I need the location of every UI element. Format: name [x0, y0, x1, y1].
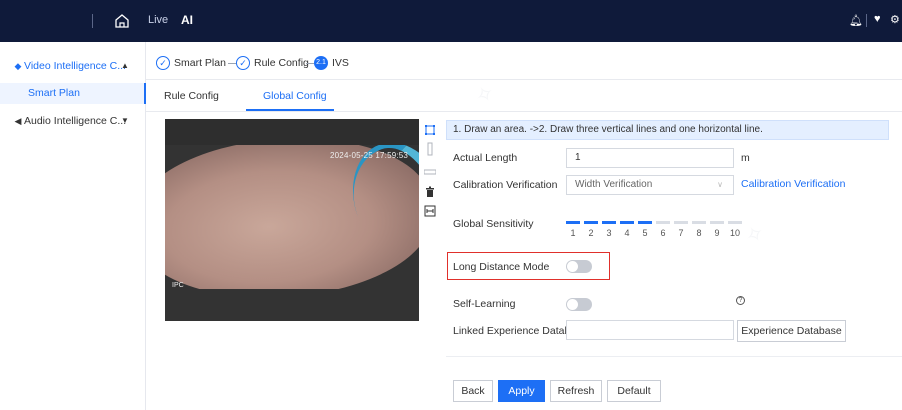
nav-live[interactable]: Live	[148, 14, 168, 26]
chevron-down-icon: ∨	[717, 180, 723, 189]
actual-length-unit: m	[741, 152, 750, 164]
settings-icon[interactable]: ⚙︎	[890, 13, 900, 26]
sensitivity-segment[interactable]	[566, 221, 580, 224]
sensitivity-tick-label: 9	[714, 228, 720, 238]
sensitivity-segment[interactable]	[728, 221, 742, 224]
check-icon: ✓	[156, 56, 170, 70]
sensitivity-segment[interactable]	[620, 221, 634, 224]
top-bar: Live AI 🔔︎ ♥︎ ⚙︎	[0, 0, 902, 42]
long-distance-mode-toggle[interactable]	[566, 260, 592, 273]
video-intelligence-icon: ◆	[14, 61, 22, 71]
apply-button[interactable]: Apply	[498, 380, 545, 402]
chevron-up-icon: ▲	[121, 61, 129, 70]
actual-length-label: Actual Length	[453, 152, 518, 164]
topbar-separator-right	[866, 14, 867, 27]
self-learning-toggle[interactable]	[566, 298, 592, 311]
check-icon: ✓	[236, 56, 250, 70]
step-number-badge: 2.1	[314, 56, 328, 70]
actual-length-input[interactable]: 1	[566, 148, 734, 168]
sensitivity-segment[interactable]	[602, 221, 616, 224]
nav-ai[interactable]: AI	[181, 13, 193, 27]
target-size-icon[interactable]	[424, 205, 436, 217]
topbar-separator	[92, 14, 93, 28]
sensitivity-tick-label: 1	[570, 228, 576, 238]
calibration-verification-label: Calibration Verification	[453, 179, 558, 191]
instruction-hint: 1. Draw an area. ->2. Draw three vertica…	[446, 120, 889, 140]
home-icon[interactable]	[113, 12, 131, 30]
back-button[interactable]: Back	[453, 380, 493, 402]
help-icon[interactable]: ?	[736, 296, 745, 305]
chevron-down-icon: ▼	[121, 116, 129, 125]
sensitivity-segment[interactable]	[692, 221, 706, 224]
sensitivity-tick-label: 6	[660, 228, 666, 238]
toggle-knob	[567, 261, 578, 272]
step-connector	[306, 63, 314, 64]
sensitivity-segment[interactable]	[584, 221, 598, 224]
refresh-button[interactable]: Refresh	[550, 380, 602, 402]
sensitivity-tick-label: 2	[588, 228, 594, 238]
global-sensitivity-label: Global Sensitivity	[453, 218, 534, 230]
main-panel: ✧ ✧ ✓ Smart Plan ✓ Rule Config 2.1 IVS R…	[146, 42, 902, 410]
sensitivity-tick-label: 10	[729, 228, 740, 238]
self-learning-label: Self-Learning	[453, 298, 516, 310]
video-channel-label: IPC	[172, 282, 184, 289]
select-value: Width Verification	[575, 179, 653, 190]
vertical-line-icon[interactable]	[424, 142, 436, 156]
tab-global-config[interactable]: Global Config	[263, 90, 327, 102]
form-divider	[446, 356, 902, 357]
toggle-knob	[567, 299, 578, 310]
sensitivity-segment[interactable]	[638, 221, 652, 224]
sensitivity-tick-label: 7	[678, 228, 684, 238]
video-preview[interactable]: 2024-05-25 17:59:53 IPC	[165, 119, 419, 321]
sidebar-item-video-intelligence[interactable]: ◆ Video Intelligence C... ▲	[0, 54, 146, 78]
user-icon[interactable]: ♥︎	[874, 13, 881, 25]
step-label-rule-config[interactable]: Rule Config	[254, 56, 309, 70]
linked-experience-database-input[interactable]	[566, 320, 734, 340]
sensitivity-tick-label: 8	[696, 228, 702, 238]
step-progress: ✓ Smart Plan ✓ Rule Config 2.1 IVS	[146, 42, 902, 80]
tab-rule-config[interactable]: Rule Config	[164, 90, 219, 102]
watermark: ✧	[740, 219, 770, 251]
calibration-verification-select[interactable]: Width Verification ∨	[566, 175, 734, 195]
long-distance-mode-label: Long Distance Mode	[453, 261, 550, 273]
sensitivity-tick-label: 4	[624, 228, 630, 238]
sensitivity-segment[interactable]	[656, 221, 670, 224]
speaker-icon: ◀	[14, 116, 22, 126]
sidebar-item-label: Smart Plan	[28, 87, 80, 99]
bell-icon[interactable]: 🔔︎	[849, 14, 863, 27]
watermark: ✧	[470, 79, 500, 111]
horizontal-line-icon[interactable]	[423, 166, 437, 178]
sensitivity-segment[interactable]	[710, 221, 724, 224]
calibration-verification-link[interactable]: Calibration Verification	[741, 178, 845, 190]
step-label-smart-plan[interactable]: Smart Plan	[174, 56, 226, 70]
sensitivity-segment[interactable]	[674, 221, 688, 224]
experience-database-button[interactable]: Experience Database	[737, 320, 846, 342]
default-button[interactable]: Default	[607, 380, 661, 402]
step-connector	[228, 63, 236, 64]
sidebar: ◆ Video Intelligence C... ▲ Smart Plan ◀…	[0, 42, 146, 410]
sensitivity-tick-label: 3	[606, 228, 612, 238]
sensitivity-tick-label: 5	[642, 228, 648, 238]
sidebar-item-label: Audio Intelligence C...	[24, 115, 127, 127]
sidebar-item-audio-intelligence[interactable]: ◀ Audio Intelligence C... ▼	[0, 109, 146, 133]
trash-icon[interactable]	[424, 186, 436, 198]
video-timestamp: 2024-05-25 17:59:53	[330, 151, 409, 160]
sidebar-item-label: Video Intelligence C...	[24, 60, 126, 72]
step-label-ivs: IVS	[332, 57, 349, 69]
video-top-shade	[165, 119, 419, 145]
tabs-divider	[146, 111, 902, 112]
draw-area-icon[interactable]	[424, 124, 436, 136]
video-bottom-shade	[165, 289, 419, 321]
sidebar-item-smart-plan[interactable]: Smart Plan	[0, 83, 146, 104]
